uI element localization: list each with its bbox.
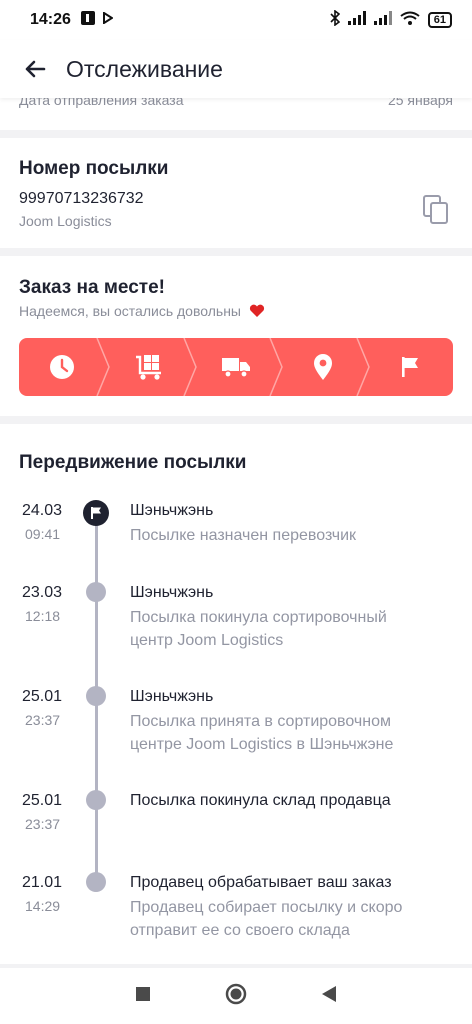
location-pin-icon — [313, 354, 332, 380]
carrier-name: Joom Logistics — [19, 213, 112, 229]
delivery-status-heading: Заказ на месте! — [19, 277, 165, 298]
music-notification-icon — [80, 10, 95, 30]
event-time: 23:37 — [25, 816, 61, 832]
event-description-line: Продавец собирает посылку и скоро — [130, 899, 403, 916]
page-title: Отслеживание — [66, 55, 223, 82]
copy-button[interactable] — [422, 194, 450, 226]
flag-icon — [91, 507, 101, 519]
back-button[interactable] — [20, 54, 50, 84]
parcel-movement-card: Передвижение посылки 24.03 09:41 Шэньчжэ… — [0, 424, 472, 964]
status-bar: 14:26 61 — [0, 0, 472, 40]
square-icon — [136, 986, 150, 1001]
event-title: Шэньчжэнь — [130, 502, 214, 519]
event-date: 23.03 — [22, 584, 63, 601]
event-description-line: отправит ее со своего склада — [130, 922, 350, 939]
event-description: Посылка принята в сортировочном центре J… — [130, 710, 450, 756]
delivery-status-card: Заказ на месте! Надеемся, вы остались до… — [0, 256, 472, 416]
battery-indicator: 61 — [427, 12, 452, 28]
event-time: 14:29 — [25, 898, 61, 914]
event-title: Продавец обрабатывает ваш заказ — [130, 874, 392, 891]
event-description-line: Посылке назначен перевозчик — [130, 527, 357, 544]
event-title: Посылка покинула склад продавца — [130, 792, 391, 809]
event-description: Продавец собирает посылку и скоро отправ… — [130, 896, 450, 942]
truck-icon — [221, 358, 250, 378]
step-shipping — [193, 338, 284, 396]
timeline-dot — [86, 686, 106, 706]
event-date: 24.03 — [22, 502, 63, 519]
play-notification-icon — [102, 11, 114, 29]
system-back-button[interactable] — [321, 985, 337, 1008]
timeline: 24.03 09:41 Шэньчжэнь Посылке назначен п… — [0, 424, 472, 964]
clock-icon — [50, 355, 75, 379]
delivery-status-subtitle-text: Надеемся, вы остались довольны — [19, 303, 241, 319]
event-description: Посылка покинула сортировочный центр Joo… — [130, 606, 450, 652]
event-description-line: Посылка покинула сортировочный — [130, 609, 387, 626]
timeline-dot — [86, 872, 106, 892]
parcel-heading: Номер посылки — [19, 158, 169, 179]
wifi-icon — [400, 11, 420, 30]
event-date: 21.01 — [22, 874, 63, 891]
timeline-dot-current — [83, 500, 109, 526]
event-description-line: Посылка принята в сортировочном — [130, 713, 391, 730]
circle-icon — [225, 983, 247, 1004]
signal-icon — [347, 10, 366, 30]
step-processing — [19, 338, 110, 396]
event-title: Шэньчжэнь — [130, 584, 214, 601]
signal-icon-2 — [373, 10, 392, 30]
delivery-status-subtitle: Надеемся, вы остались довольны — [19, 303, 265, 319]
event-time: 12:18 — [25, 608, 61, 624]
triangle-back-icon — [322, 985, 336, 1002]
timeline-dot — [86, 790, 106, 810]
copy-icon — [423, 195, 448, 224]
step-arrived — [279, 338, 370, 396]
event-date: 25.01 — [22, 792, 63, 809]
bluetooth-icon — [330, 8, 340, 31]
event-description-line: центре Joom Logistics в Шэньчжэне — [130, 736, 394, 753]
event-description: Посылке назначен перевозчик — [130, 524, 450, 547]
home-button[interactable] — [225, 983, 247, 1010]
parcel-card: Номер посылки 99970713236732 Joom Logist… — [0, 138, 472, 248]
recents-button[interactable] — [135, 986, 151, 1007]
flag-icon — [401, 357, 418, 377]
event-date: 25.01 — [22, 688, 63, 705]
arrow-left-icon — [25, 60, 46, 78]
warehouse-cart-icon — [136, 355, 162, 380]
step-received — [366, 338, 453, 396]
step-sorting — [106, 338, 197, 396]
status-time: 14:26 — [30, 11, 71, 28]
event-time: 09:41 — [25, 526, 61, 542]
tracking-number: 99970713236732 — [19, 190, 144, 207]
event-time: 23:37 — [25, 712, 61, 728]
heart-icon — [245, 303, 265, 319]
system-nav-bar — [0, 968, 472, 1024]
event-title: Шэньчжэнь — [130, 688, 214, 705]
app-bar: Отслеживание — [0, 40, 472, 98]
timeline-dot — [86, 582, 106, 602]
event-description-line: центр Joom Logistics — [130, 632, 284, 649]
delivery-progress-tracker — [19, 338, 453, 396]
